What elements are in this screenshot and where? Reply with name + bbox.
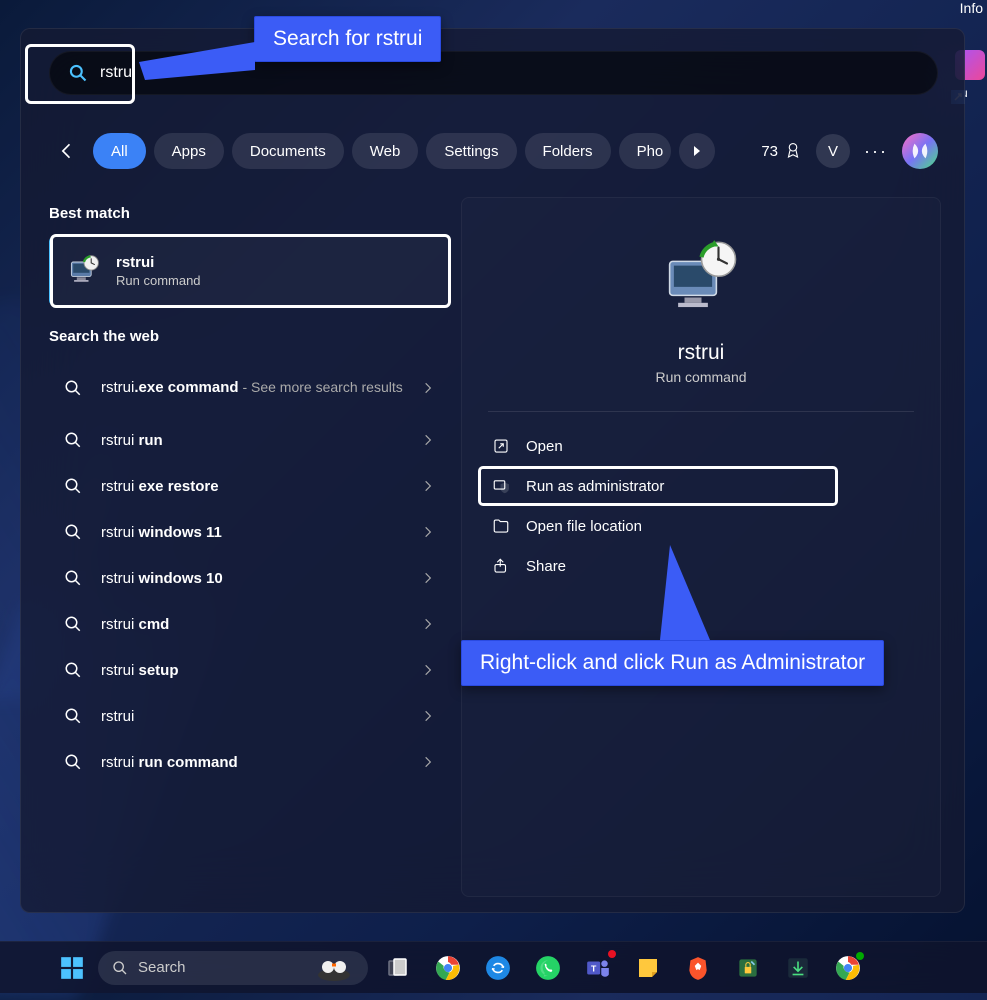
rewards-points[interactable]: 73 [761, 142, 802, 160]
filter-scroll-right[interactable] [679, 133, 715, 169]
chevron-right-icon [421, 571, 435, 585]
system-restore-icon-large [659, 238, 744, 323]
filter-pill-all[interactable]: All [93, 133, 146, 169]
desktop-info-text: Info [960, 0, 987, 16]
taskbar-chrome[interactable] [428, 948, 468, 988]
search-bar[interactable] [49, 51, 938, 95]
detail-subtitle: Run command [478, 369, 924, 385]
copilot-icon[interactable] [902, 133, 938, 169]
svg-text:T: T [591, 963, 597, 973]
annotation-highlight-best-match [50, 234, 451, 308]
web-result[interactable]: rstrui run command [49, 739, 449, 785]
taskbar: Search T [0, 941, 987, 993]
search-icon [112, 960, 128, 976]
best-match-subtitle: Run command [116, 273, 201, 288]
search-icon [63, 431, 83, 449]
filter-pill-documents[interactable]: Documents [232, 133, 344, 169]
system-restore-icon [66, 253, 102, 289]
web-result[interactable]: rstrui cmd [49, 601, 449, 647]
web-result[interactable]: rstrui setup [49, 647, 449, 693]
chevron-right-icon [421, 709, 435, 723]
search-icon [63, 753, 83, 771]
filter-row: All Apps Documents Web Settings Folders … [49, 131, 938, 171]
annotation-highlight-run-admin [478, 466, 838, 506]
share-icon [492, 557, 510, 575]
search-icon [63, 569, 83, 587]
more-button[interactable]: ··· [858, 141, 894, 162]
windows-search-panel: All Apps Documents Web Settings Folders … [20, 28, 965, 913]
filter-pill-apps[interactable]: Apps [154, 133, 224, 169]
results-left-column: Best match rstrui Run command [49, 197, 449, 785]
rewards-icon [784, 142, 802, 160]
annotation-callout-bottom: Right-click and click Run as Administrat… [461, 640, 884, 686]
filter-pill-folders[interactable]: Folders [525, 133, 611, 169]
web-result[interactable]: rstrui [49, 693, 449, 739]
detail-title: rstrui [478, 341, 924, 365]
taskbar-teams[interactable]: T [578, 948, 618, 988]
filter-pill-settings[interactable]: Settings [426, 133, 516, 169]
filter-pill-photos[interactable]: Pho [619, 133, 672, 169]
search-icon [63, 707, 83, 725]
taskbar-sticky-notes[interactable] [628, 948, 668, 988]
best-match-heading: Best match [49, 205, 449, 222]
search-icon [63, 523, 83, 541]
taskbar-search[interactable]: Search [98, 951, 368, 985]
back-button[interactable] [49, 133, 85, 169]
search-icon [63, 477, 83, 495]
filter-pill-web[interactable]: Web [352, 133, 419, 169]
taskbar-search-decoration [314, 955, 354, 981]
web-result[interactable]: rstrui exe restore [49, 463, 449, 509]
user-avatar[interactable]: V [816, 134, 850, 168]
chevron-right-icon [421, 479, 435, 493]
taskbar-app-download[interactable] [778, 948, 818, 988]
start-button[interactable] [56, 952, 88, 984]
web-result[interactable]: rstrui run [49, 417, 449, 463]
folder-icon [492, 517, 510, 535]
action-open-file-location[interactable]: Open file location [478, 506, 924, 546]
open-icon [492, 437, 510, 455]
search-icon [63, 379, 83, 397]
detail-panel: rstrui Run command Open Run as administr… [461, 197, 941, 897]
taskbar-sync[interactable] [478, 948, 518, 988]
search-icon [63, 661, 83, 679]
chevron-right-icon [421, 617, 435, 631]
search-icon [63, 615, 83, 633]
chevron-right-icon [421, 525, 435, 539]
taskbar-app-lock[interactable] [728, 948, 768, 988]
search-icon [68, 63, 88, 83]
taskbar-chrome-2[interactable] [828, 948, 868, 988]
annotation-callout-top: Search for rstrui [254, 16, 441, 62]
web-result[interactable]: rstrui windows 11 [49, 509, 449, 555]
chevron-right-icon [421, 663, 435, 677]
action-share[interactable]: Share [478, 546, 924, 586]
chevron-right-icon [421, 433, 435, 447]
web-result[interactable]: rstrui.exe command - See more search res… [49, 359, 449, 417]
chevron-right-icon [421, 755, 435, 769]
taskbar-brave[interactable] [678, 948, 718, 988]
best-match-result[interactable]: rstrui Run command [49, 236, 449, 306]
search-input[interactable] [100, 64, 919, 82]
web-result[interactable]: rstrui windows 10 [49, 555, 449, 601]
best-match-title: rstrui [116, 254, 201, 271]
chevron-right-icon [421, 381, 435, 395]
taskbar-task-view[interactable] [378, 948, 418, 988]
search-web-heading: Search the web [49, 328, 449, 345]
action-open[interactable]: Open [478, 426, 924, 466]
taskbar-whatsapp[interactable] [528, 948, 568, 988]
